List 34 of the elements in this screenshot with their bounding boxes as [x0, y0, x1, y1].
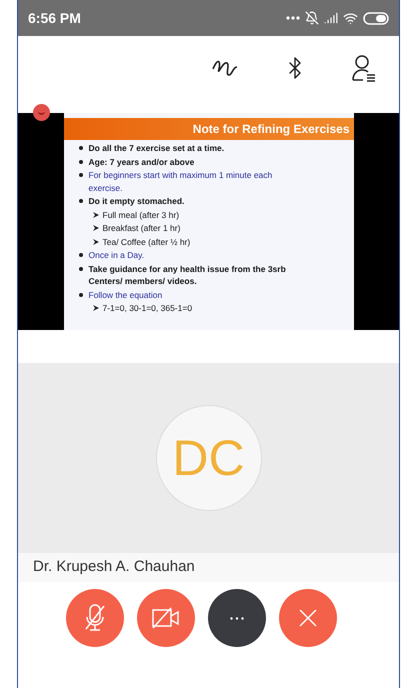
slide-line: Full meal (after 3 hr) [102, 208, 180, 221]
bell-off-icon [305, 11, 319, 25]
slide-line: Tea/ Coffee (after ½ hr) [102, 236, 190, 248]
bullet-icon [78, 146, 82, 150]
person-list-icon [351, 54, 377, 82]
bullet-icon [78, 266, 82, 270]
dots-icon [286, 16, 300, 20]
more-icon [230, 616, 244, 620]
arrowhead-bullet-icon [92, 212, 98, 218]
slide-line: Once in a Day. [88, 249, 144, 262]
slide-line: Follow the equation [88, 288, 162, 301]
battery-icon [363, 12, 389, 24]
slide-line: Age: 7 years and/or above [88, 156, 194, 168]
arrowhead-bullet-icon [92, 238, 98, 244]
arrowhead-bullet-icon [92, 225, 98, 231]
record-indicator-icon [33, 104, 50, 121]
slide-line: 7-1=0, 30-1=0, 365-1=0 [102, 302, 192, 314]
avatar: DC [156, 405, 262, 511]
status-time: 6:56 PM [28, 8, 81, 28]
slide-line: Breakfast (after 1 hr) [102, 222, 180, 234]
signal-icon [324, 11, 338, 25]
slide-line: For beginners start with maximum 1 minute each exercise. [88, 169, 274, 194]
slide-line: Do all the 7 exercise set at a time. [88, 142, 224, 154]
arrowhead-bullet-icon [92, 305, 98, 311]
slide-title: Note for Refining Exercises [64, 118, 354, 140]
slide-line: Do it empty stomached. [88, 195, 184, 208]
wifi-icon [343, 10, 358, 26]
bullet-icon [78, 160, 82, 164]
bullet-icon [78, 199, 82, 203]
bullet-icon [78, 253, 82, 257]
participant-name: Dr. Krupesh A. Chauhan [33, 557, 195, 578]
bullet-icon [78, 173, 82, 177]
bullet-icon [78, 292, 82, 296]
slide-line: Take guidance for any health issue from the 3srb Centers/ members/ videos. [88, 262, 287, 288]
